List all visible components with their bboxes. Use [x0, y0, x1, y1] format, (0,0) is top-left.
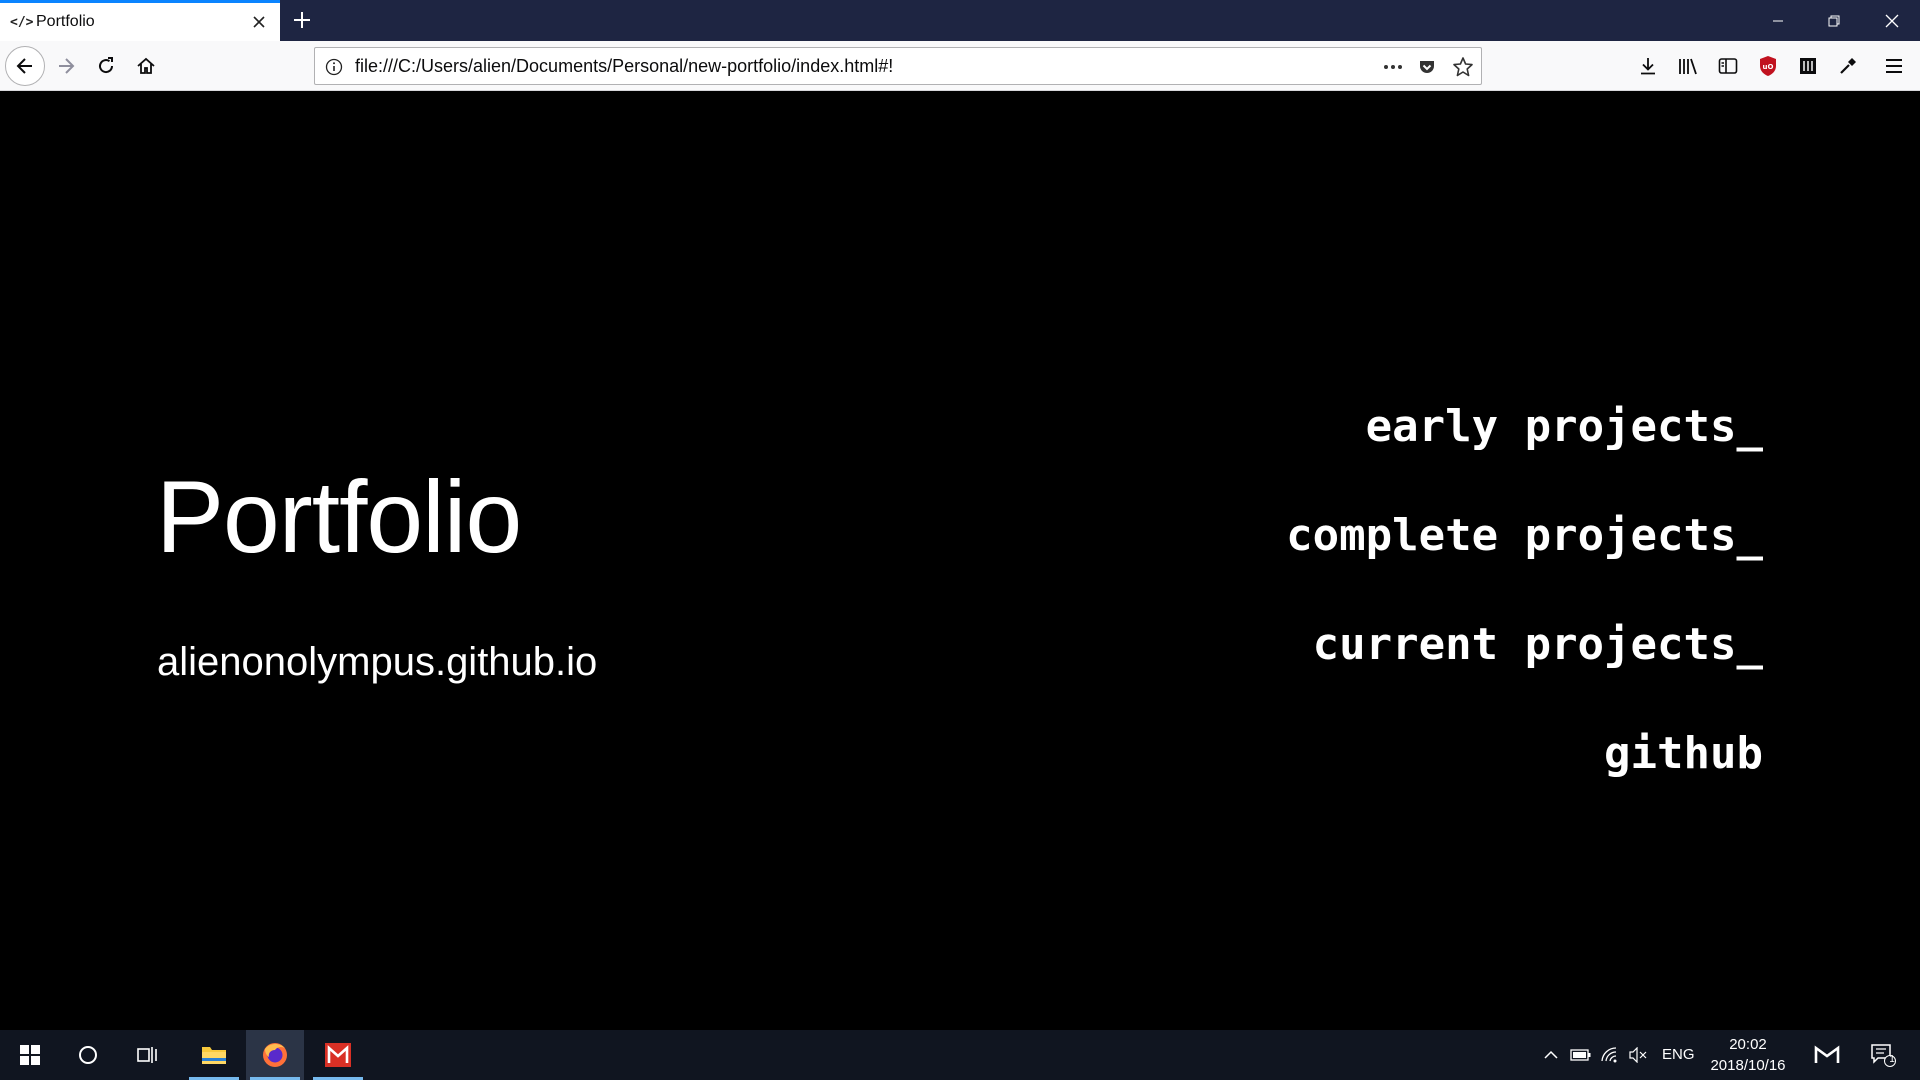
forward-arrow-icon [59, 58, 75, 74]
page-content: Portfolio alienonolympus.github.io early… [0, 92, 1920, 1030]
start-button[interactable] [2, 1030, 58, 1080]
gmail-icon [325, 1043, 351, 1067]
close-window-button[interactable] [1864, 0, 1920, 41]
pocket-icon[interactable] [1413, 53, 1441, 81]
page-subtitle: alienonolympus.github.io [157, 640, 598, 684]
navigation-toolbar: file:///C:/Users/alien/Documents/Persona… [0, 41, 1920, 91]
url-bar[interactable]: file:///C:/Users/alien/Documents/Persona… [314, 47, 1482, 85]
nav-link-early-projects[interactable]: early projects_ [1286, 372, 1763, 481]
back-button[interactable] [5, 46, 45, 86]
language-indicator[interactable]: ENG [1662, 1046, 1695, 1063]
windows-taskbar: ENG 20:02 2018/10/16 1 [0, 1030, 1920, 1080]
home-button[interactable] [126, 46, 166, 86]
volume-muted-icon[interactable] [1626, 1043, 1650, 1067]
svg-text:uO: uO [1763, 63, 1774, 71]
cortana-icon [79, 1046, 97, 1064]
tab-portfolio[interactable]: </> Portfolio [0, 0, 280, 41]
portfolio-nav: early projects_ complete projects_ curre… [1286, 372, 1763, 808]
windows-logo-icon [20, 1045, 40, 1065]
taskbar-app-firefox[interactable] [246, 1030, 304, 1080]
notification-count: 1 [1889, 1054, 1895, 1065]
more-icon[interactable] [1379, 53, 1407, 81]
restore-button[interactable] [1806, 0, 1862, 41]
info-icon[interactable] [323, 56, 345, 78]
taskbar-app-gmail[interactable] [309, 1030, 367, 1080]
new-tab-button[interactable] [286, 4, 318, 36]
firefox-icon [263, 1043, 287, 1067]
url-text[interactable]: file:///C:/Users/alien/Documents/Persona… [355, 48, 893, 84]
chevron-up-icon[interactable] [1539, 1043, 1563, 1067]
plus-icon [294, 12, 310, 28]
reload-button[interactable] [86, 46, 126, 86]
close-icon [1885, 14, 1899, 27]
home-icon [137, 57, 155, 74]
clock[interactable]: 20:02 2018/10/16 [1700, 1030, 1796, 1080]
task-view-icon [137, 1047, 157, 1063]
battery-icon[interactable] [1569, 1043, 1593, 1067]
sidebar-icon[interactable] [1712, 50, 1744, 82]
back-arrow-icon [16, 58, 32, 74]
eyedropper-icon[interactable] [1832, 50, 1864, 82]
tab-title: Portfolio [36, 13, 95, 30]
clock-date: 2018/10/16 [1710, 1057, 1786, 1074]
nav-link-current-projects[interactable]: current projects_ [1286, 590, 1763, 699]
close-tab-icon[interactable] [244, 7, 274, 37]
cortana-button[interactable] [60, 1030, 116, 1080]
minimize-icon [1773, 20, 1783, 21]
page-title: Portfolio [156, 460, 522, 574]
task-view-button[interactable] [120, 1030, 176, 1080]
restore-icon [1828, 15, 1840, 26]
library-icon[interactable] [1672, 50, 1704, 82]
hamburger-menu-icon[interactable] [1878, 50, 1910, 82]
tab-strip: </> Portfolio [0, 0, 1920, 41]
gmail-tray-icon[interactable] [1812, 1043, 1842, 1067]
clock-time: 20:02 [1729, 1036, 1767, 1053]
nav-link-complete-projects[interactable]: complete projects_ [1286, 481, 1763, 590]
code-icon: </> [10, 14, 34, 30]
wifi-icon[interactable] [1598, 1043, 1622, 1067]
nav-link-github[interactable]: github [1286, 699, 1763, 808]
forward-button[interactable] [46, 46, 86, 86]
minimize-button[interactable] [1750, 0, 1806, 41]
file-explorer-icon [202, 1047, 226, 1064]
extension-icon[interactable] [1792, 50, 1824, 82]
ublock-icon[interactable]: uO [1752, 50, 1784, 82]
star-icon[interactable] [1449, 53, 1477, 81]
download-icon[interactable] [1632, 50, 1664, 82]
reload-icon [99, 57, 114, 74]
taskbar-app-file-explorer[interactable] [185, 1030, 243, 1080]
notification-center-icon[interactable]: 1 [1868, 1043, 1898, 1067]
